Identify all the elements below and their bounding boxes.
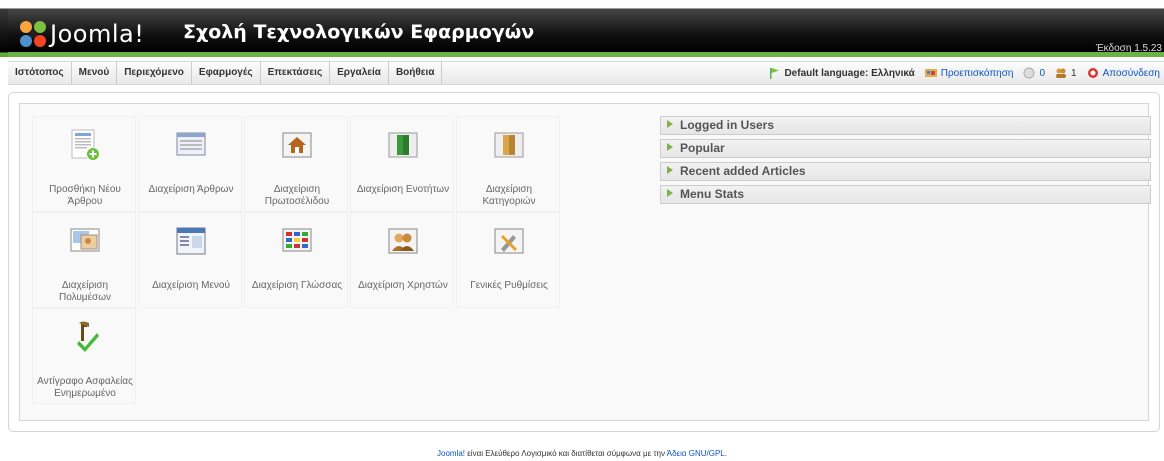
logout-link[interactable]: Αποσύνδεση [1087,67,1160,79]
add-article-button[interactable]: Προσθήκη Νέου Άρθρου [32,116,136,212]
footer-text: είναι Ελεύθερο Λογισμικό και διατίθεται … [465,449,667,458]
menu-menus[interactable]: Μενού [72,62,118,84]
users-icon [1056,68,1067,78]
user-manager-icon [388,228,418,254]
messages-count[interactable]: 0 [1023,67,1045,79]
content-panel: Προσθήκη Νέου Άρθρου Διαχείριση Άρθρων Δ… [8,92,1160,432]
icon-label: Προσθήκη Νέου Άρθρου [49,184,121,207]
menu-extensions[interactable]: Επεκτάσεις [261,62,331,84]
control-panel: Προσθήκη Νέου Άρθρου Διαχείριση Άρθρων Δ… [19,103,1151,421]
menu-components[interactable]: Εφαρμογές [192,62,261,84]
preview-link[interactable]: Προεπισκόπηση [924,67,1013,79]
panel-recent-articles[interactable]: Recent added Articles [660,162,1151,181]
icon-label: Διαχείριση Άρθρων [148,184,234,195]
category-manager-icon [494,132,524,158]
header-accent-line [8,52,1164,57]
preview-icon [924,69,937,77]
add-article-icon [71,129,100,161]
menu-help[interactable]: Βοήθεια [389,62,443,84]
joomla-logo-icon [20,21,46,47]
panel-logged-in-users[interactable]: Logged in Users [660,116,1151,135]
expand-arrow-icon [667,189,673,197]
icon-label: Διαχείριση Ενοτήτων [356,184,450,195]
article-manager-icon [176,132,206,156]
expand-arrow-icon [667,120,673,128]
icon-label: Διαχείριση Κατηγοριών [482,184,536,207]
users-count[interactable]: 1 [1055,67,1077,79]
icon-label: Γενικές Ρυθμίσεις [470,280,548,291]
header-bar: Joomla! Σχολή Τεχνολογικών Εφαρμογών Έκδ… [8,9,1164,54]
footer: Joomla! είναι Ελεύθερο Λογισμικό και δια… [437,449,727,458]
expand-arrow-icon [667,143,673,151]
menu-bar: Ιστότοπος Μενού Περιεχόμενο Εφαρμογές Επ… [8,61,1164,85]
media-manager-icon [70,228,100,252]
global-config-button[interactable]: Γενικές Ρυθμίσεις [456,212,560,308]
site-name: Σχολή Τεχνολογικών Εφαρμογών [183,21,535,43]
joomla-link[interactable]: Joomla! [437,449,465,458]
status-bar: Default language: Ελληνικά Προεπισκόπηση… [758,62,1160,84]
section-manager-button[interactable]: Διαχείριση Ενοτήτων [350,116,454,212]
panel-menu-stats[interactable]: Menu Stats [660,185,1151,204]
panel-popular[interactable]: Popular [660,139,1151,158]
backup-icon [77,321,99,352]
messages-icon [1023,67,1035,79]
icon-label: Διαχείριση Γλώσσας [251,280,343,291]
license-link[interactable]: Άδεια GNU/GPL [667,449,725,458]
icon-label: Διαχείριση Μενού [152,280,230,291]
default-language: Default language: Ελληνικά [768,67,915,79]
section-manager-icon [388,132,418,158]
menu-site[interactable]: Ιστότοπος [8,62,72,84]
backup-button[interactable]: Αντίγραφο Ασφαλείας Ενημερωμένο [32,308,136,404]
frontpage-manager-icon [282,132,312,158]
icon-label: Διαχείριση Χρηστών [358,280,448,291]
menu-manager-button[interactable]: Διαχείριση Μενού [138,212,242,308]
user-manager-button[interactable]: Διαχείριση Χρηστών [350,212,454,308]
header: Joomla! Σχολή Τεχνολογικών Εφαρμογών Έκδ… [0,0,1164,57]
global-config-icon [494,228,524,254]
menu-tools[interactable]: Εργαλεία [330,62,389,84]
media-manager-button[interactable]: Διαχείριση Πολυμέσων [32,212,136,308]
language-flag-icon [770,68,780,79]
menu-manager-icon [176,227,206,255]
main-menu: Ιστότοπος Μενού Περιεχόμενο Εφαρμογές Επ… [8,62,443,84]
category-manager-button[interactable]: Διαχείριση Κατηγοριών [456,116,560,212]
menu-content[interactable]: Περιεχόμενο [117,62,192,84]
joomla-logo-text: Joomla! [50,20,145,48]
logout-icon [1087,68,1098,78]
article-manager-button[interactable]: Διαχείριση Άρθρων [138,116,242,212]
frontpage-manager-button[interactable]: Διαχείριση Πρωτοσέλιδου [244,116,348,212]
expand-arrow-icon [667,166,673,174]
icon-label: Διαχείριση Πολυμέσων [58,280,112,303]
language-manager-button[interactable]: Διαχείριση Γλώσσας [244,212,348,308]
icon-label: Αντίγραφο Ασφαλείας Ενημερωμένο [37,376,133,399]
icon-label: Διαχείριση Πρωτοσέλιδου [264,184,330,207]
language-manager-icon [282,228,312,252]
